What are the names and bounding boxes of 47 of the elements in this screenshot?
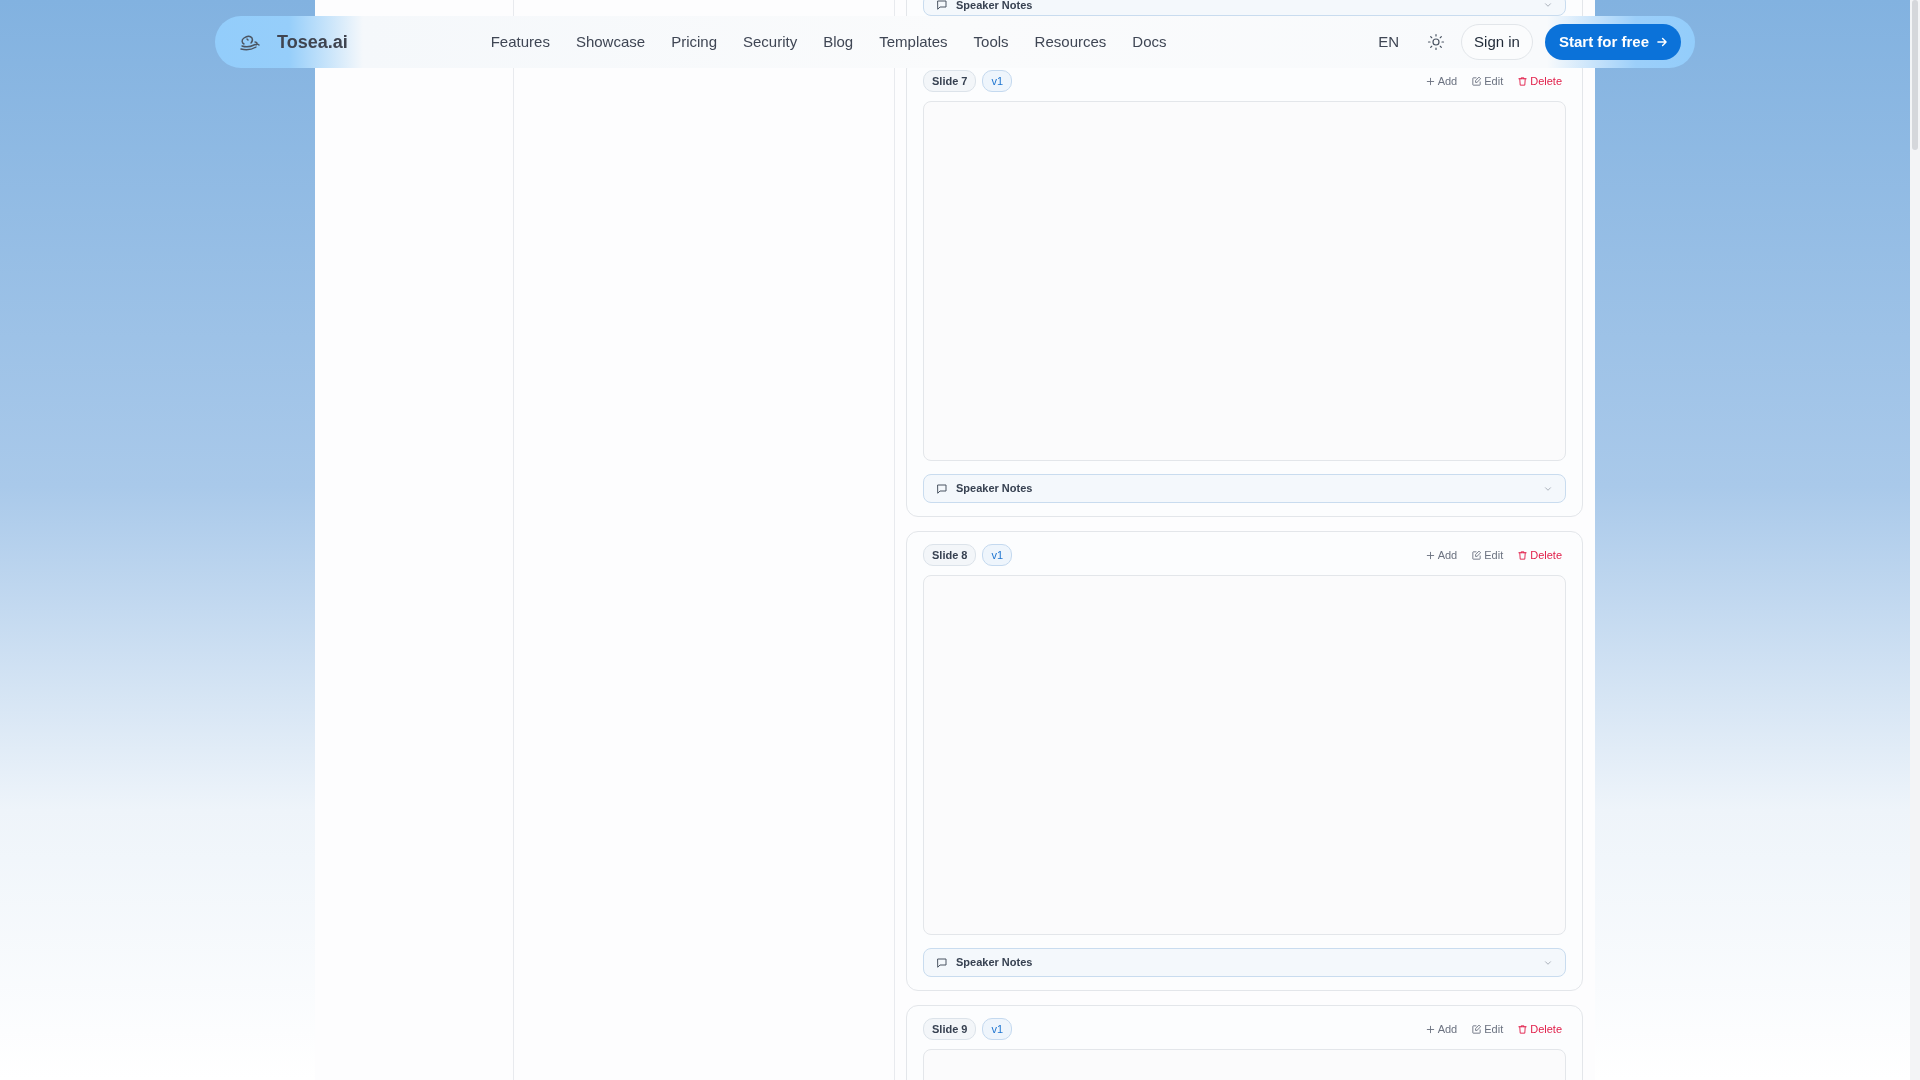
arrow-right-icon — [1655, 35, 1669, 49]
nav-link[interactable]: Pricing — [671, 30, 717, 54]
start-button[interactable]: Start for free — [1544, 23, 1681, 61]
version-tag: v1 — [982, 544, 1013, 566]
plus-icon — [1424, 1023, 1436, 1035]
speaker-notes-toggle[interactable]: Speaker Notes — [923, 0, 1566, 16]
plus-icon — [1424, 549, 1436, 561]
speech-bubble-icon — [936, 0, 948, 11]
edit-icon — [1471, 75, 1483, 87]
trash-icon — [1517, 549, 1529, 561]
slide-label: Slide 8 — [923, 544, 977, 566]
trash-icon — [1517, 75, 1529, 87]
language-selector[interactable]: EN — [1378, 30, 1400, 54]
delete-button[interactable]: Delete — [1515, 72, 1564, 90]
edit-icon — [1471, 1023, 1483, 1035]
version-tag: v1 — [982, 1018, 1013, 1040]
nav-link[interactable]: Resources — [1034, 30, 1107, 54]
nav-link[interactable]: Tools — [973, 30, 1009, 54]
slide-label: Slide 7 — [923, 70, 977, 92]
add-button[interactable]: Add — [1422, 546, 1460, 564]
speech-bubble-icon — [936, 956, 948, 969]
scrollbar-thumb[interactable] — [1912, 0, 1918, 150]
edit-icon — [1471, 549, 1483, 561]
nav-link[interactable]: Showcase — [575, 30, 646, 54]
speech-bubble-icon — [936, 482, 948, 495]
nav-link[interactable]: Security — [743, 30, 798, 54]
speaker-notes-toggle[interactable]: Speaker Notes — [923, 948, 1566, 977]
edit-button[interactable]: Edit — [1469, 546, 1506, 564]
nav-link[interactable]: Templates — [879, 30, 948, 54]
edit-button[interactable]: Edit — [1469, 72, 1506, 90]
sign-in-button[interactable]: Sign in — [1461, 23, 1533, 61]
sun-icon[interactable] — [1427, 33, 1446, 51]
delete-button[interactable]: Delete — [1515, 1020, 1564, 1038]
chevron-down-icon — [1543, 0, 1553, 10]
trash-icon — [1517, 1023, 1529, 1035]
slide-label: Slide 9 — [923, 1018, 977, 1040]
add-button[interactable]: Add — [1422, 72, 1460, 90]
nav-link[interactable]: Blog — [823, 30, 854, 54]
version-tag: v1 — [982, 70, 1013, 92]
edit-button[interactable]: Edit — [1469, 1020, 1506, 1038]
delete-button[interactable]: Delete — [1515, 546, 1564, 564]
add-button[interactable]: Add — [1422, 1020, 1460, 1038]
nav-link[interactable]: Docs — [1132, 30, 1167, 54]
brand-name[interactable]: Tosea.ai — [277, 28, 348, 56]
speaker-notes-toggle[interactable]: Speaker Notes — [923, 474, 1566, 503]
nav-link[interactable]: Features — [490, 30, 550, 54]
plus-icon — [1424, 75, 1436, 87]
